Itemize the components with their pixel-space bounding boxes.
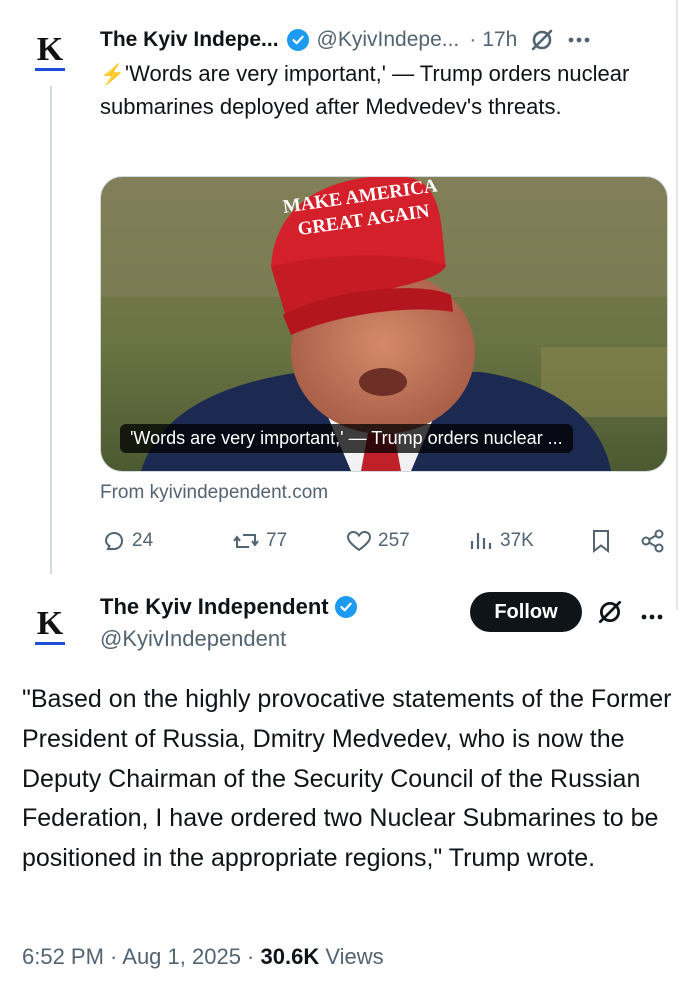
verified-badge-icon — [334, 596, 357, 618]
thread-line — [50, 86, 52, 574]
avatar[interactable]: K — [22, 22, 78, 78]
timestamp[interactable]: 17h — [482, 28, 517, 52]
views-total: 30.6K — [260, 944, 320, 969]
heart-icon — [346, 530, 372, 552]
follow-button[interactable]: Follow — [470, 592, 582, 632]
lightning-icon: ⚡ — [100, 64, 125, 86]
tweet-timestamp[interactable]: 6:52 PM · Aug 1, 2025 · — [22, 944, 254, 969]
share-button[interactable] — [640, 524, 672, 558]
repost-icon — [233, 534, 259, 548]
author-handle[interactable]: @KyivIndependent — [100, 626, 357, 652]
tweet-text: ⚡'Words are very important,' — Trump ord… — [100, 58, 640, 123]
grok-icon[interactable] — [529, 27, 555, 53]
repost-button[interactable]: 77 — [232, 524, 287, 558]
more-options-icon[interactable] — [567, 36, 591, 44]
author-handle[interactable]: @KyivIndepe... — [317, 28, 460, 52]
tweet-text: "Based on the highly provocative stateme… — [22, 685, 672, 873]
reply-button[interactable]: 24 — [102, 524, 153, 558]
separator-dot: · — [469, 28, 477, 51]
tweet-meta: 6:52 PM · Aug 1, 2025 · 30.6K Views — [22, 944, 384, 970]
kyiv-independent-logo: K — [34, 31, 66, 71]
author-name[interactable]: The Kyiv Independent — [100, 594, 329, 620]
link-card-caption[interactable]: 'Words are very important,' — Trump orde… — [120, 424, 573, 453]
kyiv-independent-logo: K — [34, 605, 66, 645]
tweet-actions: 24 77 257 37K — [100, 524, 670, 558]
grok-icon[interactable] — [596, 598, 624, 631]
like-count: 257 — [378, 530, 410, 551]
views-label: Views — [325, 944, 384, 969]
reply-count: 24 — [132, 530, 154, 551]
reply-icon — [104, 531, 124, 550]
link-card-source[interactable]: From kyivindependent.com — [100, 482, 328, 504]
tweet-header: The Kyiv Independent @KyivIndependent — [100, 594, 357, 652]
share-icon — [641, 529, 664, 553]
analytics-icon — [470, 533, 492, 549]
views-button[interactable]: 37K — [468, 524, 534, 558]
bookmark-icon — [593, 530, 609, 554]
avatar[interactable]: K — [22, 596, 78, 652]
author-name[interactable]: The Kyiv Indepe... — [100, 28, 279, 52]
tweet-header: The Kyiv Indepe... @KyivIndepe... · 17h — [100, 26, 670, 54]
repost-count: 77 — [266, 530, 288, 551]
scroll-edge — [676, 0, 678, 610]
views-count: 37K — [500, 530, 534, 551]
bookmark-button[interactable] — [590, 524, 618, 558]
like-button[interactable]: 257 — [346, 524, 410, 558]
verified-badge-icon — [286, 29, 309, 51]
tweet-text-body: 'Words are very important,' — Trump orde… — [100, 61, 630, 119]
more-options-icon[interactable] — [640, 608, 664, 626]
